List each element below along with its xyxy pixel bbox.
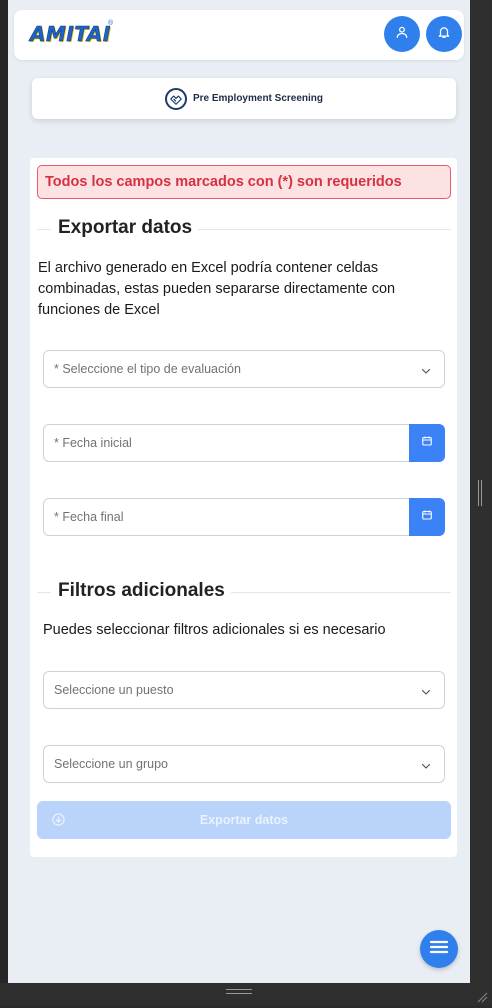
evaluation-type-select[interactable]: * Seleccione el tipo de evaluación	[43, 350, 445, 388]
group-select[interactable]: Seleccione un grupo	[43, 745, 445, 783]
bell-icon	[437, 25, 451, 44]
group-placeholder: Seleccione un grupo	[54, 757, 168, 771]
chevron-down-icon	[420, 364, 432, 382]
position-placeholder: Seleccione un puesto	[54, 683, 174, 697]
floating-menu-button[interactable]	[420, 930, 458, 968]
handshake-icon	[164, 87, 187, 110]
end-date-placeholder: * Fecha final	[54, 510, 124, 524]
export-section-title: Exportar datos	[58, 217, 199, 239]
calendar-icon	[421, 434, 433, 452]
divider	[37, 592, 51, 593]
amitai-logo[interactable]: AMITAI ®	[30, 20, 114, 48]
end-date-calendar-button[interactable]	[409, 498, 445, 536]
divider	[192, 229, 451, 230]
corner-resize-grip[interactable]	[474, 989, 488, 1003]
menu-icon	[429, 939, 449, 960]
required-fields-alert: Todos los campos marcados con (*) son re…	[37, 165, 451, 199]
export-section-header: Exportar datos	[37, 217, 451, 241]
filters-section-header: Filtros adicionales	[37, 580, 451, 604]
chevron-down-icon	[420, 759, 432, 777]
filters-description: Puedes seleccionar filtros adicionales s…	[43, 622, 386, 638]
position-select[interactable]: Seleccione un puesto	[43, 671, 445, 709]
logo-text: AMITAI	[30, 22, 111, 47]
bottom-resize-rail	[0, 983, 492, 1005]
user-icon	[395, 25, 409, 44]
start-date-input[interactable]: * Fecha inicial	[43, 424, 410, 462]
app-viewport: AMITAI ® Pre Employment Screening Todos …	[8, 0, 470, 983]
user-profile-button[interactable]	[384, 16, 420, 52]
service-label: Pre Employment Screening	[192, 93, 324, 104]
notifications-button[interactable]	[426, 16, 462, 52]
bottom-resize-handle[interactable]	[226, 989, 252, 994]
service-card[interactable]: Pre Employment Screening	[32, 78, 456, 119]
export-data-button[interactable]: Exportar datos	[37, 801, 451, 839]
logo-registered-mark: ®	[108, 20, 114, 27]
start-date-placeholder: * Fecha inicial	[54, 436, 132, 450]
evaluation-type-placeholder: * Seleccione el tipo de evaluación	[54, 362, 241, 376]
export-description: El archivo generado en Excel podría cont…	[38, 260, 396, 318]
start-date-calendar-button[interactable]	[409, 424, 445, 462]
calendar-icon	[421, 508, 433, 526]
top-navbar: AMITAI ®	[14, 10, 464, 60]
export-button-label: Exportar datos	[199, 813, 289, 827]
export-form-card: Todos los campos marcados con (*) son re…	[30, 158, 457, 857]
divider	[222, 592, 451, 593]
download-circle-icon	[51, 812, 66, 832]
chevron-down-icon	[420, 685, 432, 703]
end-date-input[interactable]: * Fecha final	[43, 498, 410, 536]
side-resize-handle[interactable]	[478, 480, 482, 506]
divider	[37, 229, 51, 230]
filters-section-title: Filtros adicionales	[58, 580, 231, 602]
